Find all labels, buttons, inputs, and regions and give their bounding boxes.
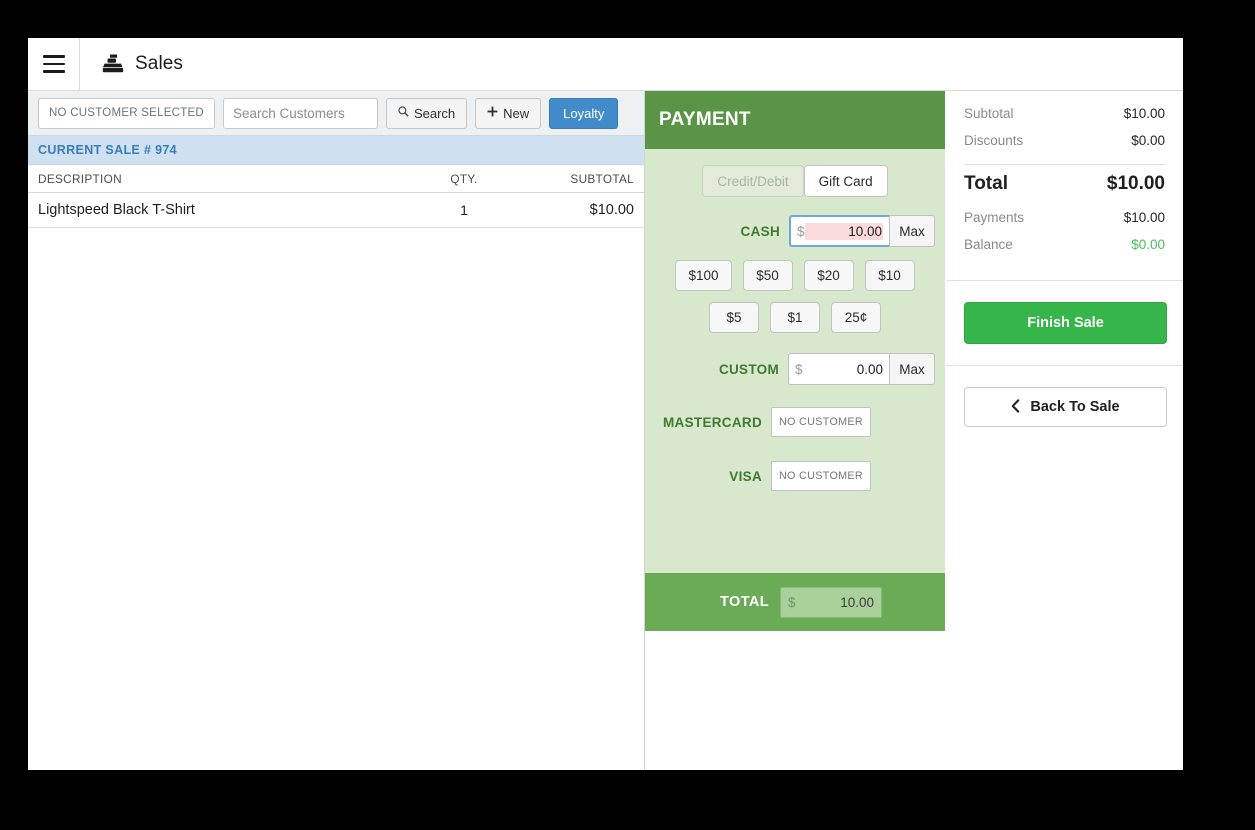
subtotal-label: Subtotal xyxy=(964,106,1014,121)
cash-row: CASH $ 10.00 Max xyxy=(645,215,945,247)
denomination-50[interactable]: $50 xyxy=(742,260,793,291)
sale-panel: NO CUSTOMER SELECTED Search Customers Se… xyxy=(28,91,645,770)
cash-input[interactable]: $ 10.00 xyxy=(789,215,889,247)
summary-row-discounts: Discounts $0.00 xyxy=(964,127,1165,154)
plus-icon xyxy=(487,106,498,120)
back-to-sale-button[interactable]: Back To Sale xyxy=(964,387,1167,427)
current-sale-banner: CURRENT SALE # 974 xyxy=(28,136,644,165)
page-title-group: Sales xyxy=(80,38,183,90)
cash-amount-group: $ 10.00 Max xyxy=(789,215,935,247)
payment-method-tabs: Credit/Debit Gift Card xyxy=(645,165,945,197)
custom-max-button[interactable]: Max xyxy=(889,353,935,385)
column-header-subtotal: SUBTOTAL xyxy=(570,171,634,186)
new-button-label: New xyxy=(503,105,530,121)
cash-register-icon xyxy=(102,54,124,74)
discounts-label: Discounts xyxy=(964,133,1024,148)
divider xyxy=(946,365,1183,366)
customer-status-badge[interactable]: NO CUSTOMER SELECTED xyxy=(38,97,215,129)
finish-sale-button[interactable]: Finish Sale xyxy=(964,302,1167,344)
discounts-value: $0.00 xyxy=(1131,133,1165,148)
denomination-100[interactable]: $100 xyxy=(675,260,732,291)
table-row[interactable]: Lightspeed Black T-Shirt 1 $10.00 xyxy=(28,193,644,228)
custom-amount-group: $ 0.00 Max xyxy=(788,353,935,385)
item-subtotal: $10.00 xyxy=(589,202,634,218)
denomination-20[interactable]: $20 xyxy=(803,260,854,291)
denomination-5[interactable]: $5 xyxy=(709,302,759,333)
cash-label: CASH xyxy=(740,223,780,239)
balance-value: $0.00 xyxy=(1131,237,1165,252)
payment-total-bar: TOTAL $ 10.00 xyxy=(645,573,945,631)
payments-value: $10.00 xyxy=(1123,210,1165,225)
visa-label: VISA xyxy=(729,468,762,484)
tab-gift-card[interactable]: Gift Card xyxy=(803,165,888,197)
currency-symbol: $ xyxy=(797,223,805,239)
cash-max-button[interactable]: Max xyxy=(889,215,935,247)
denomination-row-1: $100 $50 $20 $10 xyxy=(645,260,945,291)
custom-row: CUSTOM $ 0.00 Max xyxy=(645,353,945,385)
payments-label: Payments xyxy=(964,210,1025,225)
hamburger-menu-icon[interactable] xyxy=(28,38,80,90)
top-bar: Sales xyxy=(28,38,1183,91)
custom-label: CUSTOM xyxy=(718,361,779,377)
column-header-description: DESCRIPTION xyxy=(38,171,122,186)
items-table-header: DESCRIPTION QTY. SUBTOTAL xyxy=(28,165,644,193)
denomination-25c[interactable]: 25¢ xyxy=(831,302,881,333)
payment-body: Credit/Debit Gift Card CASH $ 10.00 Max … xyxy=(645,149,945,491)
new-customer-button[interactable]: New xyxy=(475,97,542,129)
customer-toolbar: NO CUSTOMER SELECTED Search Customers Se… xyxy=(28,91,644,136)
subtotal-value: $10.00 xyxy=(1123,106,1165,121)
cash-value: 10.00 xyxy=(804,222,883,240)
mastercard-row: MASTERCARD NO CUSTOMER xyxy=(645,407,945,437)
summary-panel: Subtotal $10.00 Discounts $0.00 Total $1… xyxy=(946,91,1183,770)
denomination-row-2: $5 $1 25¢ xyxy=(645,302,945,333)
divider xyxy=(946,280,1183,281)
payment-title: PAYMENT xyxy=(659,109,751,130)
magnifier-icon xyxy=(398,106,409,120)
device-bezel: Sales NO CUSTOMER SELECTED Search Custom… xyxy=(0,0,1255,830)
total-label: Total xyxy=(964,173,1008,194)
summary-row-total: Total $10.00 xyxy=(964,171,1165,204)
summary-row-payments: Payments $10.00 xyxy=(964,204,1165,231)
payment-panel: PAYMENT Credit/Debit Gift Card CASH $ 10… xyxy=(645,91,945,631)
search-customers-input[interactable] xyxy=(222,97,378,129)
mastercard-label: MASTERCARD xyxy=(663,414,762,430)
search-button-label: Search xyxy=(413,105,456,121)
app-window: Sales NO CUSTOMER SELECTED Search Custom… xyxy=(28,38,1183,770)
payment-total-value: 10.00 xyxy=(840,594,874,610)
custom-value: 0.00 xyxy=(856,361,883,377)
chevron-left-icon xyxy=(1011,398,1020,416)
currency-symbol: $ xyxy=(795,361,803,377)
search-button[interactable]: Search xyxy=(385,97,468,129)
mastercard-no-customer-button[interactable]: NO CUSTOMER xyxy=(771,407,871,437)
visa-no-customer-button[interactable]: NO CUSTOMER xyxy=(771,461,871,491)
loyalty-button[interactable]: Loyalty xyxy=(549,97,619,129)
divider xyxy=(964,164,1165,165)
back-to-sale-label: Back To Sale xyxy=(1030,399,1120,415)
payment-total-label: TOTAL xyxy=(720,594,769,610)
custom-input[interactable]: $ 0.00 xyxy=(788,353,889,385)
payment-header: PAYMENT xyxy=(645,91,945,149)
visa-row: VISA NO CUSTOMER xyxy=(645,461,945,491)
summary-row-balance: Balance $0.00 xyxy=(964,231,1165,258)
total-value: $10.00 xyxy=(1106,173,1165,194)
denomination-10[interactable]: $10 xyxy=(864,260,915,291)
column-header-qty: QTY. xyxy=(450,171,478,186)
balance-label: Balance xyxy=(964,237,1013,252)
currency-symbol: $ xyxy=(788,594,796,610)
page-title: Sales xyxy=(135,53,184,74)
item-description: Lightspeed Black T-Shirt xyxy=(38,202,195,218)
item-qty: 1 xyxy=(460,202,468,218)
payment-total-field: $ 10.00 xyxy=(780,586,882,618)
tab-credit-debit[interactable]: Credit/Debit xyxy=(702,165,804,197)
summary-row-subtotal: Subtotal $10.00 xyxy=(964,91,1165,127)
denomination-1[interactable]: $1 xyxy=(770,302,820,333)
